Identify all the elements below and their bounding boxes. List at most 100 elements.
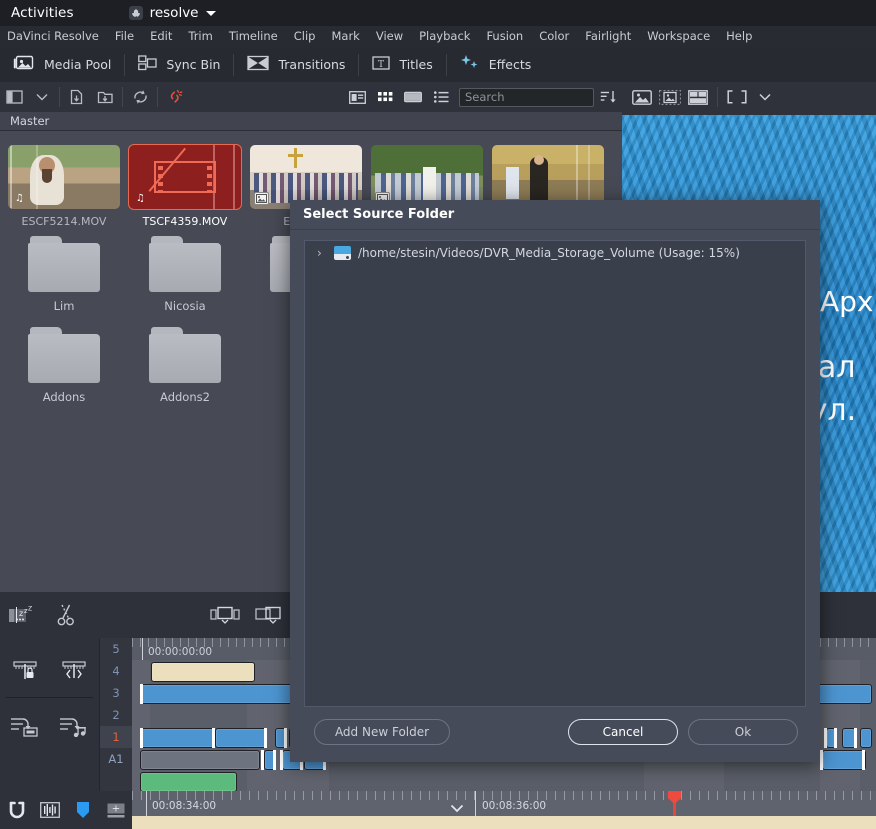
import-media-icon[interactable] <box>63 82 91 112</box>
timeline-clip[interactable] <box>822 750 866 770</box>
folder-path-label: /home/stesin/Videos/DVR_Media_Storage_Vo… <box>358 246 740 260</box>
dialog-title: Select Source Folder <box>290 200 820 230</box>
timeline-clip[interactable] <box>140 750 260 770</box>
toolbar-divider <box>59 87 60 107</box>
effects-button[interactable]: Effects <box>447 47 545 82</box>
sync-icon[interactable] <box>126 82 154 112</box>
menu-playback[interactable]: Playback <box>411 26 478 47</box>
transitions-button[interactable]: Transitions <box>234 47 358 82</box>
menu-edit[interactable]: Edit <box>142 26 180 47</box>
timeline-clip[interactable] <box>151 662 255 682</box>
activities-button[interactable]: Activities <box>11 5 74 21</box>
dual-viewer-icon[interactable] <box>684 82 712 112</box>
folder-icon <box>149 327 221 383</box>
track-label-2[interactable]: 2 <box>100 704 132 726</box>
menu-file[interactable]: File <box>107 26 142 47</box>
menu-mark[interactable]: Mark <box>323 26 367 47</box>
bottom-ruler-timecode: 00:08:34:00 <box>152 800 217 812</box>
snapping-magnet-icon[interactable] <box>0 795 33 825</box>
sleep-clip-icon[interactable]: zzZ <box>0 592 44 638</box>
bottom-ruler-timecode: 00:08:36:00 <box>482 800 547 812</box>
cancel-button[interactable]: Cancel <box>568 719 678 745</box>
timeline-bottom-ruler[interactable]: 00:08:34:00 00:08:36:00 <box>132 791 876 829</box>
menu-workspace[interactable]: Workspace <box>639 26 718 47</box>
add-marker-icon[interactable]: + <box>99 795 132 825</box>
auto-select-video-icon[interactable] <box>0 704 50 746</box>
menu-timeline[interactable]: Timeline <box>221 26 286 47</box>
menu-view[interactable]: View <box>368 26 411 47</box>
bin-folder-item[interactable]: Nicosia <box>129 236 241 313</box>
svg-text:z: z <box>19 609 23 618</box>
add-new-folder-button[interactable]: Add New Folder <box>314 719 450 745</box>
chevron-down-icon[interactable] <box>751 82 779 112</box>
select-source-folder-dialog[interactable]: Select Source Folder › /home/stesin/Vide… <box>290 200 820 762</box>
menu-trim[interactable]: Trim <box>180 26 220 47</box>
media-pool-icon <box>13 55 35 75</box>
menu-davinci-resolve[interactable]: DaVinci Resolve <box>0 26 107 47</box>
toolbar-divider <box>717 87 718 107</box>
track-label-1[interactable]: 1 <box>100 726 132 748</box>
bin-folder-item[interactable]: Addons <box>8 327 120 404</box>
effects-icon <box>460 54 480 75</box>
titles-button[interactable]: T Titles <box>359 47 445 82</box>
source-viewer-icon[interactable] <box>628 82 656 112</box>
flags-icon[interactable] <box>50 650 100 692</box>
timeline-track-header <box>0 638 100 791</box>
menu-fusion[interactable]: Fusion <box>478 26 531 47</box>
ok-button[interactable]: Ok <box>688 719 798 745</box>
audio-waveform-icon[interactable] <box>33 795 66 825</box>
auto-select-audio-icon[interactable] <box>50 704 100 746</box>
clip-thumbnail[interactable]: ♫ <box>8 145 120 209</box>
folder-tree-row[interactable]: › /home/stesin/Videos/DVR_Media_Storage_… <box>305 241 805 265</box>
sidebar-toggle-icon[interactable] <box>0 82 28 112</box>
bin-folder-item[interactable]: Lim <box>8 236 120 313</box>
toolbar-divider <box>157 87 158 107</box>
bottom-ruler-ticks <box>132 791 876 800</box>
timeline-clip[interactable] <box>215 728 267 748</box>
clip-thumbnail-offline[interactable]: ♫ <box>128 144 242 210</box>
media-clip-item[interactable]: ♫ ESCF5214.MOV <box>8 145 120 228</box>
media-pool-button[interactable]: Media Pool <box>0 47 124 82</box>
timeline-audio-clip[interactable] <box>140 772 237 791</box>
filmstrip-view-icon[interactable] <box>399 82 427 112</box>
chevron-down-icon[interactable] <box>450 802 464 816</box>
media-clip-item[interactable]: ♫ TSCF4359.MOV <box>128 144 242 228</box>
folder-icon <box>28 236 100 292</box>
sync-bin-button[interactable]: Sync Bin <box>125 47 233 82</box>
timeline-viewer-icon[interactable] <box>656 82 684 112</box>
search-input[interactable]: Search <box>459 87 594 107</box>
menu-help[interactable]: Help <box>718 26 760 47</box>
timeline-clip[interactable] <box>140 728 215 748</box>
track-label-a1[interactable]: A1 <box>100 748 132 770</box>
insert-clip-icon[interactable] <box>203 592 247 638</box>
menu-clip[interactable]: Clip <box>286 26 324 47</box>
expand-chevron-icon[interactable]: › <box>317 247 327 259</box>
dialog-button-row: Add New Folder Cancel Ok <box>290 707 820 762</box>
app-menu[interactable]: resolve <box>128 5 216 21</box>
menu-fairlight[interactable]: Fairlight <box>577 26 639 47</box>
razor-icon[interactable] <box>44 592 88 638</box>
chevron-down-icon[interactable] <box>28 82 56 112</box>
import-folder-icon[interactable] <box>91 82 119 112</box>
viewer-toolbar <box>622 82 876 112</box>
media-pool-label: Media Pool <box>44 57 112 72</box>
breadcrumb[interactable]: Master <box>0 112 622 131</box>
thumbnail-view-icon[interactable] <box>371 82 399 112</box>
bin-folder-item[interactable]: Addons2 <box>129 327 241 404</box>
timeline-clip[interactable] <box>860 728 872 748</box>
flag-icon[interactable] <box>66 795 99 825</box>
overwrite-clip-icon[interactable] <box>247 592 291 638</box>
sort-descending-icon[interactable] <box>594 82 622 112</box>
fullscreen-icon[interactable] <box>723 82 751 112</box>
menu-color[interactable]: Color <box>531 26 577 47</box>
list-view-icon[interactable] <box>427 82 455 112</box>
ruler-timecode: 00:00:00:00 <box>148 646 213 658</box>
unlink-clip-icon[interactable] <box>161 82 189 112</box>
track-label-3[interactable]: 3 <box>100 682 132 704</box>
lock-track-icon[interactable] <box>0 650 50 692</box>
metadata-view-icon[interactable] <box>343 82 371 112</box>
page-toolbar: Media Pool Sync Bin Transitions T Titles <box>0 47 876 82</box>
track-label-4[interactable]: 4 <box>100 660 132 682</box>
track-label-5[interactable]: 5 <box>100 638 132 660</box>
folder-tree[interactable]: › /home/stesin/Videos/DVR_Media_Storage_… <box>304 240 806 707</box>
